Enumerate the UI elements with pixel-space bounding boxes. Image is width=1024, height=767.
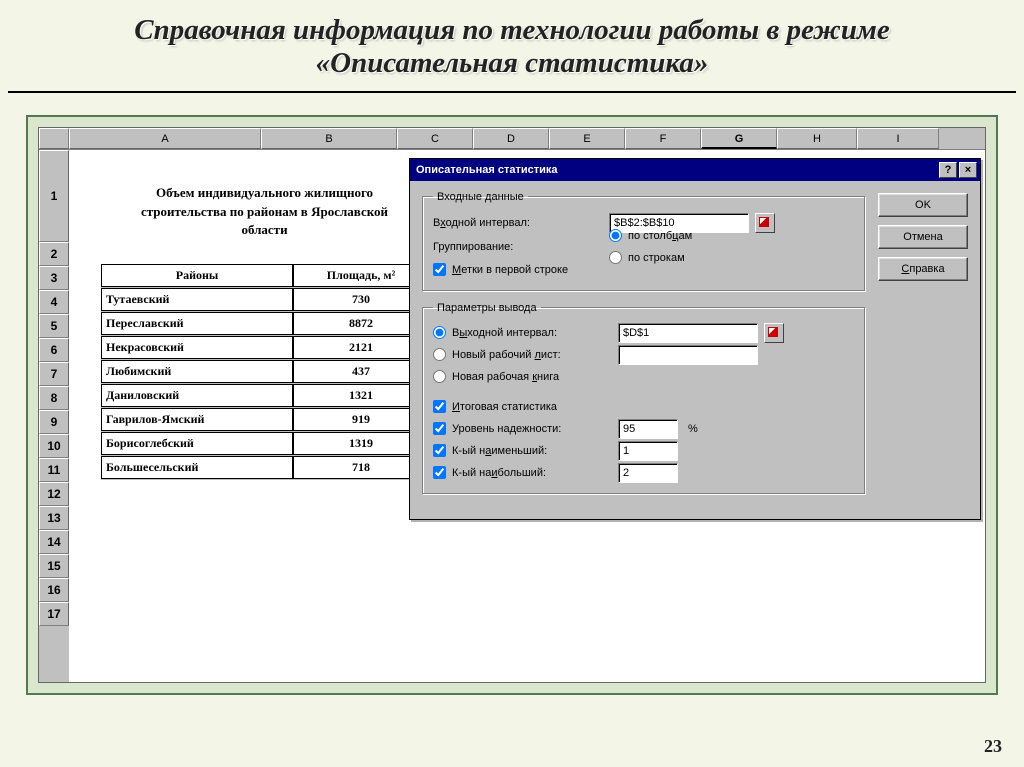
help-button[interactable]: Справка bbox=[878, 257, 968, 281]
content-frame: A B C D E F G H I 1 2 3 4 5 6 7 8 bbox=[26, 115, 998, 695]
range-select-icon[interactable] bbox=[764, 323, 784, 343]
row-header-6[interactable]: 6 bbox=[39, 338, 69, 362]
table-cell[interactable]: Борисоглебский bbox=[101, 432, 293, 455]
row-header-11[interactable]: 11 bbox=[39, 458, 69, 482]
confidence-field[interactable] bbox=[618, 419, 678, 439]
slide-number: 23 bbox=[984, 736, 1002, 757]
spreadsheet: A B C D E F G H I 1 2 3 4 5 6 7 8 bbox=[38, 127, 986, 683]
col-header-a[interactable]: A bbox=[69, 128, 261, 149]
data-table: Районы Площадь, м² Тутаевский 730 Пересл… bbox=[101, 264, 429, 480]
checkbox-summary[interactable]: Итоговая статистика bbox=[433, 396, 855, 418]
radio-new-book-input[interactable] bbox=[433, 370, 446, 383]
kth-largest-label: К-ый наибольший: bbox=[452, 467, 612, 479]
checkbox-summary-input[interactable] bbox=[433, 400, 446, 413]
col-header-d[interactable]: D bbox=[473, 128, 549, 149]
percent-label: % bbox=[688, 423, 698, 435]
row-header-9[interactable]: 9 bbox=[39, 410, 69, 434]
close-icon[interactable]: × bbox=[959, 162, 977, 178]
checkbox-kth-smallest[interactable]: К-ый наименьший: bbox=[433, 440, 855, 462]
checkbox-confidence-input[interactable] bbox=[433, 422, 446, 435]
dialog-titlebar[interactable]: Описательная статистика ? × bbox=[410, 159, 980, 181]
grouping-label: Группирование: bbox=[433, 241, 603, 253]
row-headers: 1 2 3 4 5 6 7 8 9 10 11 12 13 14 15 16 1 bbox=[39, 150, 69, 682]
radio-output-range-input[interactable] bbox=[433, 326, 446, 339]
table-cell[interactable]: Тутаевский bbox=[101, 288, 293, 311]
radio-by-rows-input[interactable] bbox=[609, 251, 622, 264]
input-range-label: Входной интервал: bbox=[433, 217, 603, 229]
row-header-14[interactable]: 14 bbox=[39, 530, 69, 554]
table-cell[interactable]: Большесельский bbox=[101, 456, 293, 479]
confidence-label: Уровень надежности: bbox=[452, 423, 612, 435]
th-districts[interactable]: Районы bbox=[101, 264, 293, 287]
row-header-17[interactable]: 17 bbox=[39, 602, 69, 626]
cancel-button[interactable]: Отмена bbox=[878, 225, 968, 249]
col-header-g[interactable]: G bbox=[701, 128, 777, 149]
row-header-1[interactable]: 1 bbox=[39, 150, 69, 242]
range-select-icon[interactable] bbox=[755, 213, 775, 233]
output-group-legend: Параметры вывода bbox=[433, 302, 541, 314]
column-headers: A B C D E F G H I bbox=[39, 128, 985, 150]
row-header-10[interactable]: 10 bbox=[39, 434, 69, 458]
radio-output-range[interactable]: Выходной интервал: bbox=[433, 322, 855, 344]
table-cell[interactable]: Любимский bbox=[101, 360, 293, 383]
radio-new-sheet[interactable]: Новый рабочий лист: bbox=[433, 344, 855, 366]
descriptive-statistics-dialog: Описательная статистика ? × Входные данн… bbox=[409, 158, 981, 520]
kth-largest-field[interactable] bbox=[618, 463, 678, 483]
row-header-12[interactable]: 12 bbox=[39, 482, 69, 506]
new-sheet-field[interactable] bbox=[618, 345, 758, 365]
checkbox-kth-smallest-input[interactable] bbox=[433, 444, 446, 457]
radio-by-columns-input[interactable] bbox=[609, 229, 622, 242]
row-header-5[interactable]: 5 bbox=[39, 314, 69, 338]
output-range-field[interactable] bbox=[618, 323, 758, 343]
col-header-i[interactable]: I bbox=[857, 128, 939, 149]
dialog-title: Описательная статистика bbox=[416, 164, 937, 176]
row-header-8[interactable]: 8 bbox=[39, 386, 69, 410]
checkbox-summary-label: Итоговая статистика bbox=[452, 401, 557, 413]
input-group-legend: Входные данные bbox=[433, 191, 528, 203]
col-header-h[interactable]: H bbox=[777, 128, 857, 149]
output-params-group: Параметры вывода Выходной интервал: Новы… bbox=[422, 302, 866, 495]
kth-smallest-label: К-ый наименьший: bbox=[452, 445, 612, 457]
select-all-corner[interactable] bbox=[39, 128, 69, 149]
table-cell[interactable]: Даниловский bbox=[101, 384, 293, 407]
ok-button[interactable]: OK bbox=[878, 193, 968, 217]
row-header-15[interactable]: 15 bbox=[39, 554, 69, 578]
slide-title: Справочная информация по технологии рабо… bbox=[0, 0, 1024, 91]
row-header-4[interactable]: 4 bbox=[39, 290, 69, 314]
checkbox-kth-largest[interactable]: К-ый наибольший: bbox=[433, 462, 855, 484]
row-header-13[interactable]: 13 bbox=[39, 506, 69, 530]
radio-by-rows-label: по строкам bbox=[628, 252, 685, 264]
col-header-f[interactable]: F bbox=[625, 128, 701, 149]
row-header-7[interactable]: 7 bbox=[39, 362, 69, 386]
col-header-b[interactable]: B bbox=[261, 128, 397, 149]
table-cell[interactable]: Гаврилов-Ямский bbox=[101, 408, 293, 431]
new-book-label: Новая рабочая книга bbox=[452, 371, 559, 383]
kth-smallest-field[interactable] bbox=[618, 441, 678, 461]
new-sheet-label: Новый рабочий лист: bbox=[452, 349, 612, 361]
radio-new-book[interactable]: Новая рабочая книга bbox=[433, 366, 855, 388]
radio-by-columns-label: по столбцам bbox=[628, 230, 692, 242]
input-data-group: Входные данные Входной интервал: Группир… bbox=[422, 191, 866, 292]
col-header-e[interactable]: E bbox=[549, 128, 625, 149]
radio-by-columns[interactable]: по столбцам bbox=[609, 225, 692, 247]
col-header-c[interactable]: C bbox=[397, 128, 473, 149]
radio-by-rows[interactable]: по строкам bbox=[609, 247, 692, 269]
row-header-16[interactable]: 16 bbox=[39, 578, 69, 602]
checkbox-labels-input[interactable] bbox=[433, 263, 446, 276]
help-icon[interactable]: ? bbox=[939, 162, 957, 178]
sheet-title-cell[interactable]: Объем индивидуального жилищного строител… bbox=[101, 174, 429, 264]
checkbox-labels-label: Метки в первой строке bbox=[452, 264, 568, 276]
output-range-label: Выходной интервал: bbox=[452, 327, 612, 339]
divider bbox=[8, 91, 1016, 93]
table-cell[interactable]: Некрасовский bbox=[101, 336, 293, 359]
table-cell[interactable]: Переславский bbox=[101, 312, 293, 335]
row-header-3[interactable]: 3 bbox=[39, 266, 69, 290]
checkbox-kth-largest-input[interactable] bbox=[433, 466, 446, 479]
checkbox-confidence[interactable]: Уровень надежности: % bbox=[433, 418, 855, 440]
radio-new-sheet-input[interactable] bbox=[433, 348, 446, 361]
row-header-2[interactable]: 2 bbox=[39, 242, 69, 266]
